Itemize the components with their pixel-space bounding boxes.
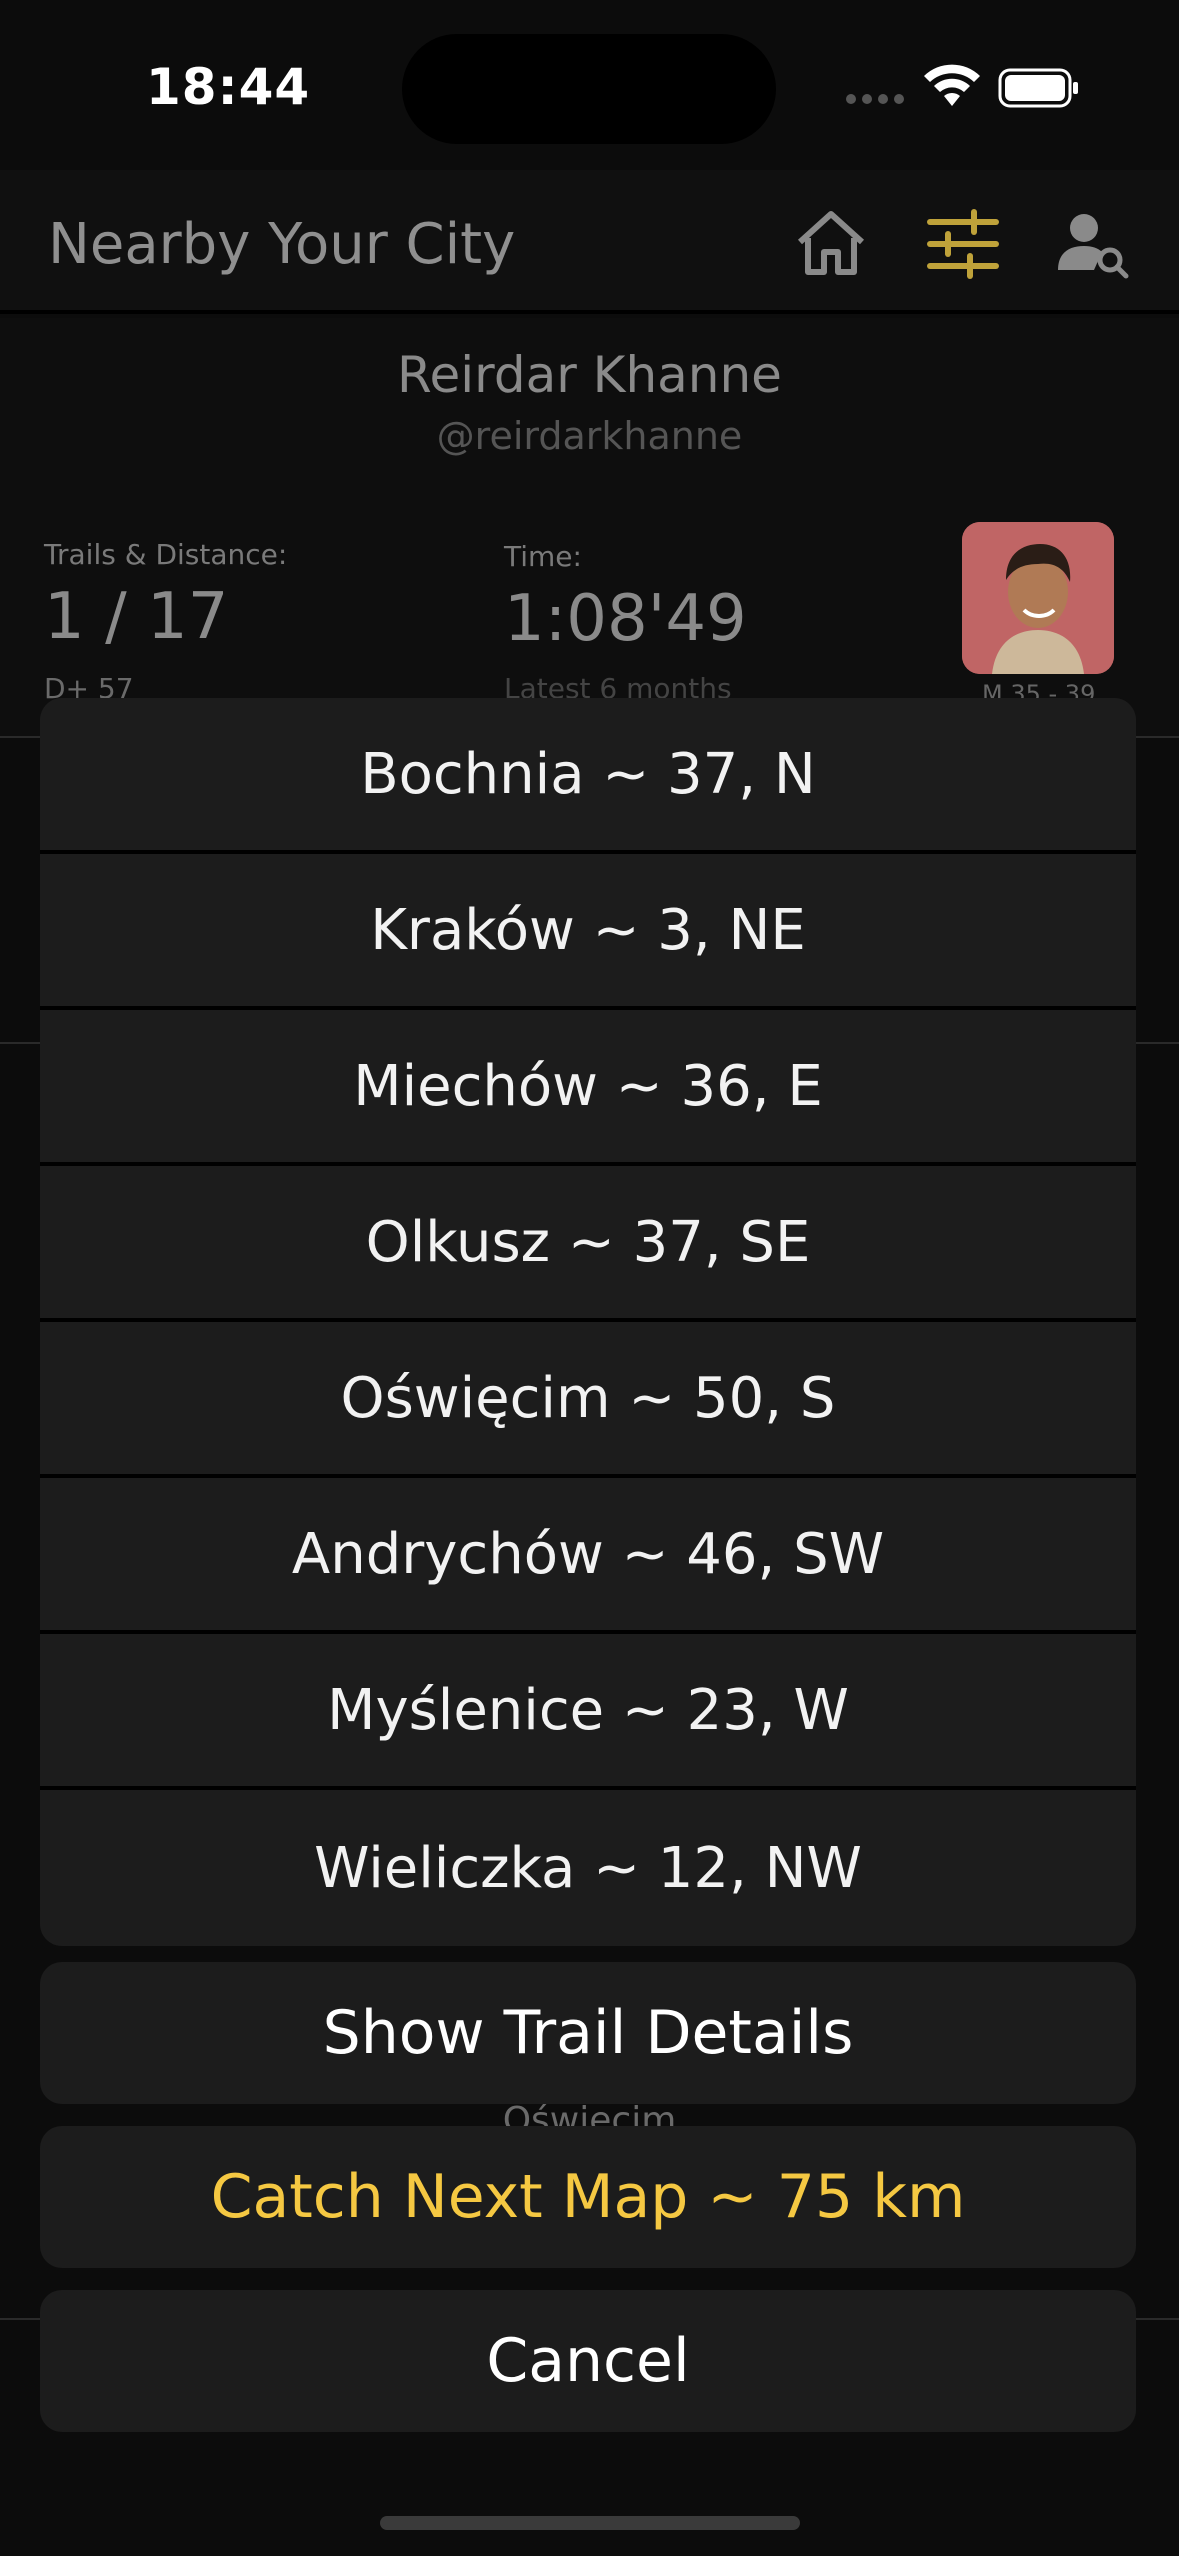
city-options-list: Bochnia ~ 37, N Kraków ~ 3, NE Miechów ~… xyxy=(40,698,1136,1946)
status-bar: 18:44 xyxy=(0,0,1179,170)
option-bochnia[interactable]: Bochnia ~ 37, N xyxy=(40,698,1136,854)
home-icon[interactable] xyxy=(792,204,870,282)
status-time: 18:44 xyxy=(146,58,311,116)
option-miechow[interactable]: Miechów ~ 36, E xyxy=(40,1010,1136,1166)
wifi-icon xyxy=(924,64,980,106)
filter-sliders-icon[interactable] xyxy=(924,204,1002,282)
avatar[interactable] xyxy=(962,522,1114,674)
catch-next-map-button[interactable]: Catch Next Map ~ 75 km xyxy=(40,2126,1136,2268)
time-value: 1:08'49 xyxy=(504,582,747,656)
option-krakow[interactable]: Kraków ~ 3, NE xyxy=(40,854,1136,1010)
show-trail-details-button[interactable]: Show Trail Details xyxy=(40,1962,1136,2104)
time-label: Time: xyxy=(504,540,582,573)
option-wieliczka[interactable]: Wieliczka ~ 12, NW xyxy=(40,1790,1136,1946)
option-andrychow[interactable]: Andrychów ~ 46, SW xyxy=(40,1478,1136,1634)
profile-summary: Reirdar Khanne @reirdarkhanne Trails & D… xyxy=(0,318,1179,738)
profile-handle: @reirdarkhanne xyxy=(436,414,743,458)
cellular-icon xyxy=(846,94,904,106)
option-olkusz[interactable]: Olkusz ~ 37, SE xyxy=(40,1166,1136,1322)
option-myslenice[interactable]: Myślenice ~ 23, W xyxy=(40,1634,1136,1790)
avatar-portrait-icon xyxy=(962,522,1114,674)
action-sheet: Bochnia ~ 37, N Kraków ~ 3, NE Miechów ~… xyxy=(40,698,1136,2432)
battery-icon xyxy=(998,68,1078,108)
profile-name: Reirdar Khanne xyxy=(397,346,782,404)
trails-value: 1 / 17 xyxy=(44,580,229,654)
cancel-button[interactable]: Cancel xyxy=(40,2290,1136,2432)
trails-label: Trails & Distance: xyxy=(44,538,288,571)
home-indicator[interactable] xyxy=(380,2516,800,2530)
page-title: Nearby Your City xyxy=(48,212,516,277)
dynamic-island xyxy=(402,34,776,144)
user-search-icon[interactable] xyxy=(1054,204,1132,282)
app-header: Nearby Your City xyxy=(0,170,1179,314)
option-oswiecim[interactable]: Oświęcim ~ 50, S xyxy=(40,1322,1136,1478)
